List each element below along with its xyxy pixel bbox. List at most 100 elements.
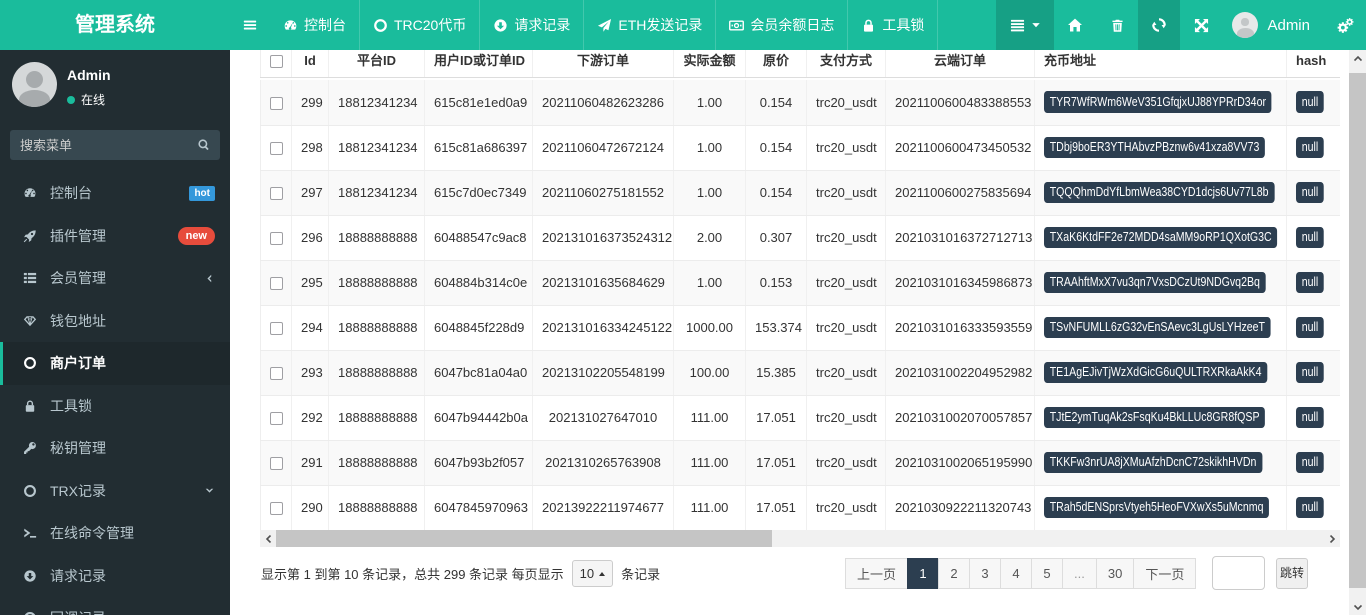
address-badge[interactable]: TKKFw3nrUA8jXMuAfzhDcnC72skikhHVDn [1044,452,1262,474]
app-title[interactable]: 管理系统 [0,0,230,50]
scroll-right-arrow-icon[interactable] [1323,530,1340,547]
column-header-Id[interactable]: Id [292,50,329,77]
user-status[interactable]: 在线 [67,91,111,108]
scroll-left-arrow-icon[interactable] [260,530,277,547]
prev-page-button[interactable]: 上一页 [845,558,908,589]
hash-badge[interactable]: null [1296,91,1324,113]
vertical-scrollbar[interactable] [1349,50,1366,615]
cell-down_order: 20213102205548199 [533,350,674,395]
nav-item-3[interactable]: 请求记录 [480,0,584,50]
hash-badge[interactable]: null [1296,407,1324,429]
home-button[interactable] [1054,0,1096,50]
column-header-支付方式[interactable]: 支付方式 [807,50,886,77]
refresh-button[interactable] [1138,0,1180,50]
sidebar-item-1[interactable]: 控制台hot [0,172,230,215]
address-badge[interactable]: TSvNFUMLL6zG32vEnSAevc3LgUsLYHzeeT [1044,317,1271,339]
column-header-hash[interactable]: hash [1287,50,1341,77]
horizontal-scrollbar[interactable] [260,530,1340,547]
sidebar-item-label: 钱包地址 [50,311,106,331]
column-header-用户ID或订单ID[interactable]: 用户ID或订单ID [425,50,533,77]
address-badge[interactable]: TRAAhftMxX7vu3qn7VxsDCzUt9NDGvq2Bq [1044,272,1266,294]
row-checkbox[interactable] [270,187,283,200]
column-header-实际金额[interactable]: 实际金额 [674,50,746,77]
hash-badge[interactable]: null [1296,362,1324,384]
sidebar-toggle-button[interactable] [230,0,270,50]
user-status-label: 在线 [81,91,105,108]
column-header-原价[interactable]: 原价 [746,50,807,77]
sidebar-item-4[interactable]: 钱包地址 [0,300,230,343]
select-all-checkbox[interactable] [270,55,283,68]
hash-badge[interactable]: null [1296,182,1324,204]
row-checkbox[interactable] [270,457,283,470]
row-checkbox[interactable] [270,97,283,110]
horizontal-scrollbar-thumb[interactable] [276,530,772,547]
sidebar-item-10[interactable]: 请求记录 [0,555,230,598]
navbar-user-name: Admin [1267,17,1310,34]
navbar-right: Admin [996,0,1366,50]
address-badge[interactable]: TQQQhmDdYfLbmWea38CYD1dcjs6Uv77L8b [1044,182,1274,204]
sidebar-item-3[interactable]: 会员管理 [0,257,230,300]
column-header-充币地址[interactable]: 充币地址 [1035,50,1287,77]
jump-page-input[interactable] [1212,556,1265,590]
page-button-30[interactable]: 30 [1096,558,1134,589]
next-page-button[interactable]: 下一页 [1133,558,1196,589]
search-icon[interactable] [188,138,220,152]
sidebar-item-9[interactable]: 在线命令管理 [0,512,230,555]
nav-item-1[interactable]: 控制台 [270,0,360,50]
address-badge[interactable]: TE1AgEJivTjWzXdGicG6uQULTRXRkaAkK4 [1044,362,1267,384]
cell-amount: 1.00 [674,80,746,125]
list-dropdown-button[interactable] [996,0,1054,50]
address-badge[interactable]: TYR7WfRWm6WeV351GfqjxUJ88YPRrD34or [1044,91,1272,113]
hash-badge[interactable]: null [1296,272,1324,294]
row-checkbox[interactable] [270,367,283,380]
row-checkbox[interactable] [270,322,283,335]
table-row-299: 29918812341234615c81e1ed0a92021106048262… [261,80,1341,125]
page-button-5[interactable]: 5 [1031,558,1063,589]
jump-button[interactable]: 跳转 [1276,558,1308,589]
sidebar-item-2[interactable]: 插件管理new [0,215,230,258]
nav-item-6[interactable]: 工具锁 [848,0,938,50]
sidebar-item-6[interactable]: 工具锁 [0,385,230,428]
sidebar-item-7[interactable]: 秘钥管理 [0,427,230,470]
nav-item-2[interactable]: TRC20代币 [360,0,480,50]
page-button-1[interactable]: 1 [907,558,939,589]
page-button-...[interactable]: ... [1062,558,1097,589]
row-checkbox[interactable] [270,277,283,290]
column-header-下游订单[interactable]: 下游订单 [533,50,674,77]
vertical-scrollbar-thumb[interactable] [1349,73,1366,588]
user-menu[interactable]: Admin [1222,0,1324,50]
scroll-down-arrow-icon[interactable] [1349,598,1366,615]
hash-badge[interactable]: null [1296,497,1324,519]
settings-button[interactable] [1324,0,1366,50]
main-content: Id平台ID用户ID或订单ID下游订单实际金额原价支付方式云端订单充币地址has… [230,50,1349,615]
nav-item-4[interactable]: ETH发送记录 [584,0,716,50]
page-button-2[interactable]: 2 [938,558,970,589]
column-header-平台ID[interactable]: 平台ID [329,50,425,77]
hash-badge[interactable]: null [1296,227,1324,249]
address-badge[interactable]: TXaK6KtdFF2e72MDD4saMM9oRP1QXotG3C [1044,227,1277,249]
address-badge[interactable]: TDbj9boER3YTHAbvzPBznw6v41xza8VV73 [1044,137,1265,159]
cell-address: TQQQhmDdYfLbmWea38CYD1dcjs6Uv77L8b [1035,170,1287,215]
row-checkbox[interactable] [270,232,283,245]
trash-button[interactable] [1096,0,1138,50]
sidebar-item-11[interactable]: 回调记录 [0,597,230,615]
hash-badge[interactable]: null [1296,452,1324,474]
address-badge[interactable]: TRah5dENSprsVtyeh5HeoFVXwXs5uMcnmq [1044,497,1269,519]
cell-platform_id: 18888888888 [329,395,425,440]
page-button-4[interactable]: 4 [1000,558,1032,589]
hash-badge[interactable]: null [1296,317,1324,339]
search-input[interactable] [10,138,188,153]
sidebar-item-5[interactable]: 商户订单 [0,342,230,385]
page-button-3[interactable]: 3 [969,558,1001,589]
page-size-dropdown[interactable]: 10 [572,560,613,587]
row-checkbox[interactable] [270,412,283,425]
fullscreen-button[interactable] [1180,0,1222,50]
column-header-云端订单[interactable]: 云端订单 [886,50,1035,77]
scroll-up-arrow-icon[interactable] [1349,50,1366,67]
row-checkbox[interactable] [270,502,283,515]
address-badge[interactable]: TJtE2ymTuqAk2sFsqKu4BkLLUc8GR8fQSP [1044,407,1265,429]
row-checkbox[interactable] [270,142,283,155]
sidebar-item-8[interactable]: TRX记录 [0,470,230,513]
nav-item-5[interactable]: 会员余额日志 [716,0,848,50]
hash-badge[interactable]: null [1296,137,1324,159]
